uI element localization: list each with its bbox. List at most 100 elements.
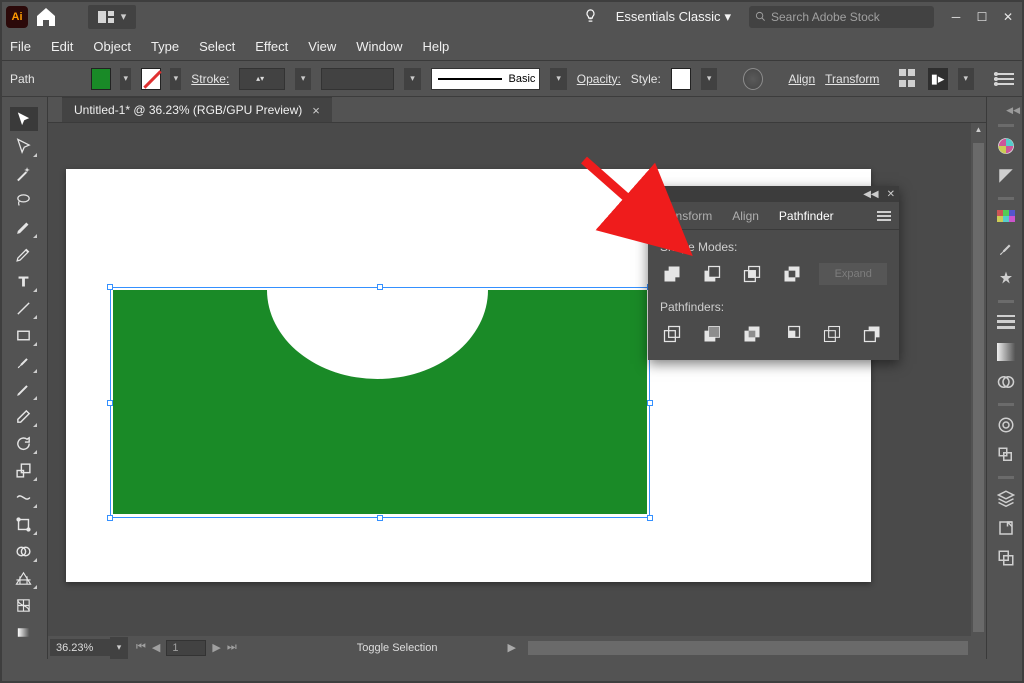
- document-tab[interactable]: Untitled-1* @ 36.23% (RGB/GPU Preview) ×: [62, 97, 332, 122]
- eraser-tool[interactable]: [10, 404, 38, 428]
- transparency-panel-icon[interactable]: [993, 369, 1019, 395]
- merge-button[interactable]: [740, 322, 764, 346]
- scroll-up-icon[interactable]: ▲: [971, 125, 986, 134]
- swatches-panel-icon[interactable]: [993, 206, 1019, 232]
- horizontal-scrollbar[interactable]: [528, 641, 968, 655]
- menu-object[interactable]: Object: [93, 39, 131, 54]
- expand-button[interactable]: Expand: [819, 263, 887, 285]
- color-panel-icon[interactable]: [993, 133, 1019, 159]
- last-artboard-button[interactable]: ⏭: [227, 641, 237, 654]
- bbox-handle[interactable]: [377, 284, 383, 290]
- outline-button[interactable]: [820, 322, 844, 346]
- arrange-documents-button[interactable]: ▾: [88, 5, 136, 29]
- hscroll-thumb[interactable]: [528, 641, 968, 655]
- variable-width-profile[interactable]: [321, 68, 394, 90]
- trim-button[interactable]: [700, 322, 724, 346]
- home-button[interactable]: [34, 5, 58, 29]
- scale-tool[interactable]: [10, 458, 38, 482]
- status-play-icon[interactable]: ▶: [507, 641, 515, 654]
- next-artboard-button[interactable]: ▶: [212, 641, 220, 654]
- menu-view[interactable]: View: [308, 39, 336, 54]
- menu-effect[interactable]: Effect: [255, 39, 288, 54]
- menu-edit[interactable]: Edit: [51, 39, 73, 54]
- bbox-handle[interactable]: [377, 515, 383, 521]
- selection-bounding-box[interactable]: [110, 287, 650, 518]
- menu-window[interactable]: Window: [356, 39, 402, 54]
- exclude-button[interactable]: [780, 262, 804, 286]
- panel-titlebar[interactable]: ◀◀ ✕: [648, 186, 899, 202]
- curvature-tool[interactable]: [10, 242, 38, 266]
- gradient-panel-icon[interactable]: [993, 339, 1019, 365]
- status-info-label[interactable]: Toggle Selection: [357, 642, 438, 654]
- brush-definition[interactable]: Basic: [431, 68, 541, 90]
- magic-wand-tool[interactable]: [10, 161, 38, 185]
- unite-button[interactable]: [660, 262, 684, 286]
- bbox-handle[interactable]: [107, 515, 113, 521]
- graphic-styles-panel-icon[interactable]: [993, 442, 1019, 468]
- close-tab-icon[interactable]: ×: [312, 103, 320, 118]
- vscroll-thumb[interactable]: [973, 143, 984, 632]
- workspace-switcher[interactable]: Essentials Classic▾: [616, 9, 731, 25]
- color-guide-panel-icon[interactable]: [993, 163, 1019, 189]
- panel-close-icon[interactable]: ✕: [887, 189, 895, 200]
- close-window-button[interactable]: ✕: [998, 7, 1018, 27]
- control-menu-icon[interactable]: [994, 73, 1014, 85]
- divide-button[interactable]: [660, 322, 684, 346]
- isolate-button[interactable]: [899, 69, 917, 89]
- align-panel-link[interactable]: Align: [788, 72, 815, 86]
- intersect-button[interactable]: [740, 262, 764, 286]
- bbox-handle[interactable]: [647, 515, 653, 521]
- stroke-dropdown[interactable]: ▾: [170, 68, 181, 90]
- width-tool[interactable]: [10, 485, 38, 509]
- brushes-panel-icon[interactable]: [993, 236, 1019, 262]
- direct-selection-tool[interactable]: [10, 134, 38, 158]
- discover-icon[interactable]: [583, 8, 598, 26]
- fill-dropdown[interactable]: ▾: [120, 68, 131, 90]
- panel-menu-icon[interactable]: [869, 202, 899, 229]
- paintbrush-tool[interactable]: [10, 350, 38, 374]
- lasso-tool[interactable]: [10, 188, 38, 212]
- symbols-panel-icon[interactable]: [993, 266, 1019, 292]
- menu-select[interactable]: Select: [199, 39, 235, 54]
- style-dropdown[interactable]: ▾: [701, 68, 717, 90]
- tab-transform[interactable]: Transform: [648, 202, 722, 229]
- menu-help[interactable]: Help: [422, 39, 449, 54]
- line-tool[interactable]: [10, 296, 38, 320]
- menu-file[interactable]: File: [10, 39, 31, 54]
- rotate-tool[interactable]: [10, 431, 38, 455]
- rectangle-tool[interactable]: [10, 323, 38, 347]
- type-tool[interactable]: [10, 269, 38, 293]
- free-transform-tool[interactable]: [10, 512, 38, 536]
- pen-tool[interactable]: [10, 215, 38, 239]
- maximize-button[interactable]: ☐: [972, 7, 992, 27]
- mesh-tool[interactable]: [10, 593, 38, 617]
- minus-back-button[interactable]: [860, 322, 884, 346]
- artboards-panel-icon[interactable]: [993, 545, 1019, 571]
- graphic-style-swatch[interactable]: [671, 68, 691, 90]
- opacity-label[interactable]: Opacity:: [577, 72, 621, 86]
- recolor-artwork-button[interactable]: [743, 68, 763, 90]
- stroke-panel-icon[interactable]: [993, 309, 1019, 335]
- stroke-swatch[interactable]: [141, 68, 161, 90]
- artboard-number-field[interactable]: 1: [166, 640, 206, 656]
- pencil-tool[interactable]: [10, 377, 38, 401]
- vwp-dropdown[interactable]: ▾: [404, 68, 420, 90]
- pathfinder-panel[interactable]: ◀◀ ✕ Transform Align Pathfinder Shape Mo…: [648, 186, 899, 360]
- transform-panel-link[interactable]: Transform: [825, 72, 879, 86]
- align-to-pixel-button[interactable]: ▮▸: [928, 68, 948, 90]
- bbox-handle[interactable]: [107, 284, 113, 290]
- appearance-panel-icon[interactable]: [993, 412, 1019, 438]
- layers-panel-icon[interactable]: [993, 485, 1019, 511]
- bbox-handle[interactable]: [107, 400, 113, 406]
- stroke-weight-dropdown[interactable]: ▾: [295, 68, 311, 90]
- stock-search-field[interactable]: Search Adobe Stock: [749, 6, 934, 28]
- zoom-dropdown[interactable]: ▾: [110, 637, 128, 659]
- brush-dropdown[interactable]: ▾: [550, 68, 566, 90]
- perspective-grid-tool[interactable]: [10, 566, 38, 590]
- minus-front-button[interactable]: [700, 262, 724, 286]
- fill-swatch[interactable]: [91, 68, 111, 90]
- aptp-dropdown[interactable]: ▾: [958, 68, 974, 90]
- minimize-button[interactable]: ─: [946, 7, 966, 27]
- menu-type[interactable]: Type: [151, 39, 179, 54]
- zoom-field[interactable]: 36.23%: [50, 639, 110, 656]
